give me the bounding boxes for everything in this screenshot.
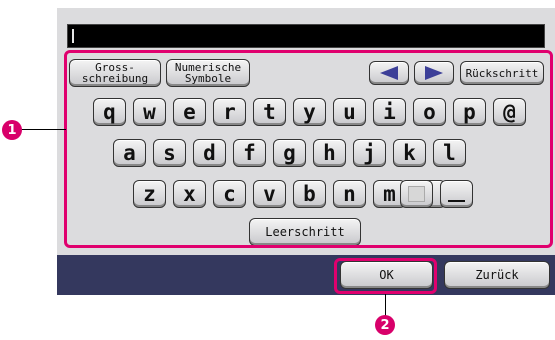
key-label: h [323,141,336,165]
ok-button[interactable]: OK [340,261,433,289]
key-q[interactable]: q [93,98,126,126]
key-underscore[interactable] [440,180,473,208]
key-j[interactable]: j [353,139,386,167]
key-e[interactable]: e [173,98,206,126]
key-o[interactable]: o [413,98,446,126]
callout-1-number: 1 [7,122,17,138]
touch-screen: Gross- schreibung Numerische Symbole Rüc… [57,8,555,295]
key-d[interactable]: d [193,139,226,167]
numeric-symbols-key[interactable]: Numerische Symbole [166,59,250,87]
key-label: n [343,182,356,206]
space-key[interactable]: Leerschritt [249,218,361,246]
key-label: u [343,100,356,124]
key-label: d [203,141,216,165]
callout-1-badge: 1 [2,120,22,140]
numeric-symbols-key-label-2: Symbole [184,72,232,85]
key-label: o [423,100,436,124]
key-t[interactable]: t [253,98,286,126]
key-z[interactable]: z [133,180,166,208]
key-label: j [363,141,376,165]
uppercase-key-label-2: schreibung [81,72,149,85]
key-label: g [283,141,296,165]
key-label: x [183,182,196,206]
key-label: z [143,182,156,206]
underscore-key-icon [448,186,465,202]
back-button[interactable]: Zurück [444,261,550,289]
callout-2-number: 2 [380,317,390,333]
key-label: w [143,100,156,124]
key-label: e [183,100,196,124]
key-c[interactable]: c [213,180,246,208]
footer-bar: OK Zurück [57,255,555,295]
key-x[interactable]: x [173,180,206,208]
callout-2-badge: 2 [375,315,395,335]
key-label: r [223,100,236,124]
key-p[interactable]: p [453,98,486,126]
ok-label: OK [379,268,394,282]
key-label: b [303,182,316,206]
text-input-field[interactable] [67,24,545,48]
key-label: t [263,100,276,124]
key-s[interactable]: s [153,139,186,167]
key-label: @ [503,100,516,124]
key-v[interactable]: v [253,180,286,208]
key-at[interactable]: @ [493,98,526,126]
key-label: p [463,100,476,124]
key-label: l [443,141,456,165]
backspace-label: Rückschritt [465,66,539,80]
cursor-right-button[interactable] [414,61,454,85]
key-label: k [403,141,416,165]
key-r[interactable]: r [213,98,246,126]
key-w[interactable]: w [133,98,166,126]
arrow-left-icon [380,66,398,80]
key-label: m [383,182,396,206]
key-blank[interactable] [400,180,433,208]
key-i[interactable]: i [373,98,406,126]
key-label: s [163,141,176,165]
key-u[interactable]: u [333,98,366,126]
backspace-button[interactable]: Rückschritt [460,61,544,85]
back-label: Zurück [475,268,519,282]
key-n[interactable]: n [333,180,366,208]
text-cursor [72,29,74,43]
key-label: a [123,141,136,165]
key-label: y [303,100,316,124]
space-key-label: Leerschritt [265,224,345,239]
key-label: v [263,182,276,206]
key-l[interactable]: l [433,139,466,167]
blank-key-icon [408,186,425,202]
key-g[interactable]: g [273,139,306,167]
uppercase-key[interactable]: Gross- schreibung [69,59,161,87]
key-h[interactable]: h [313,139,346,167]
key-b[interactable]: b [293,180,326,208]
key-label: f [243,141,256,165]
key-label: i [383,100,396,124]
key-f[interactable]: f [233,139,266,167]
arrow-right-icon [425,66,443,80]
key-k[interactable]: k [393,139,426,167]
key-label: c [223,182,236,206]
key-y[interactable]: y [293,98,326,126]
key-label: q [103,100,116,124]
cursor-left-button[interactable] [369,61,409,85]
key-a[interactable]: a [113,139,146,167]
